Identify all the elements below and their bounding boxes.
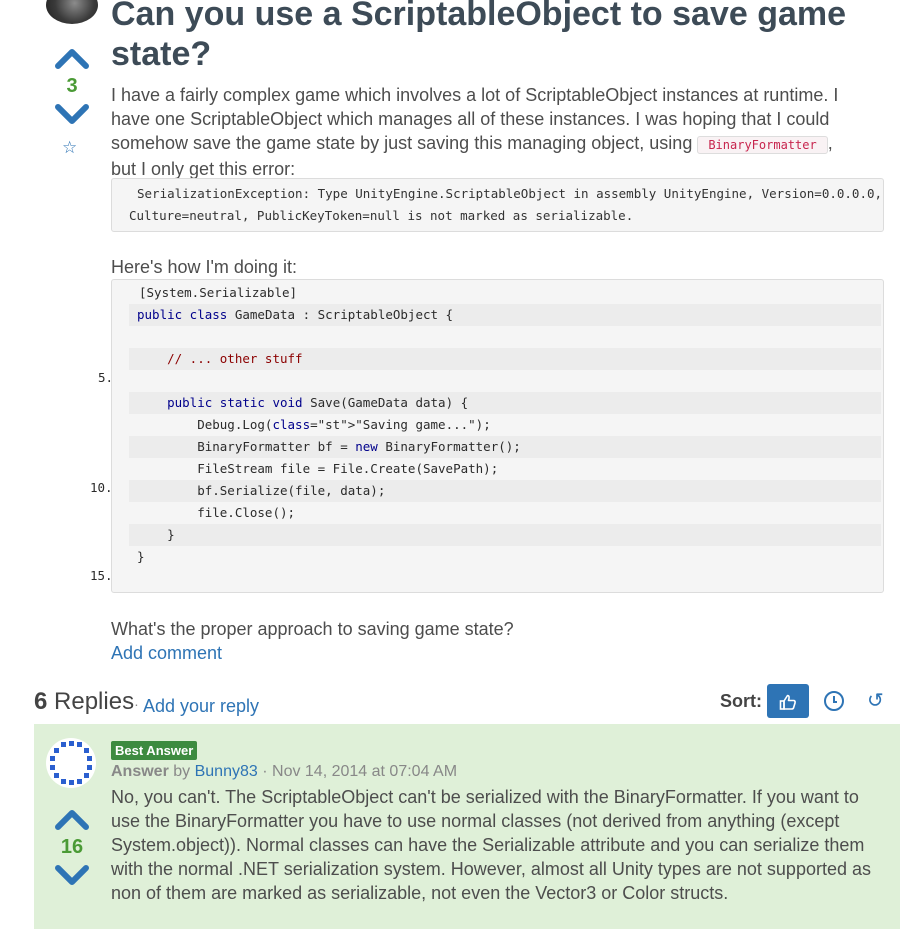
add-reply-link[interactable]: Add your reply [143,696,259,717]
chevron-up-icon[interactable] [55,808,89,830]
add-comment-link[interactable]: Add comment [111,643,222,663]
how-text: Here's how I'm doing it: [111,257,297,277]
code-line: } [129,524,881,546]
code-line: public class GameData : ScriptableObject… [129,304,881,326]
replies-number: 6 [34,688,48,715]
replies-header: 6 Replies· Add your reply Sort: ↺ [34,684,900,722]
question-title: Can you use a ScriptableObject to save g… [111,0,847,73]
code-comment: // ... other stuff [137,351,303,366]
code-line: FileStream file = File.Create(SavePath); [129,458,881,480]
chevron-up-icon[interactable] [55,47,89,69]
history-icon[interactable]: ↺ [867,688,884,713]
answer-label: Answer [111,763,169,780]
code-text: } [137,549,145,564]
code-text: BinaryFormatter bf = new BinaryFormatter… [137,439,521,454]
code-line: Debug.Log(class="st">"Saving game..."); [129,414,881,436]
sort-votes-button[interactable] [767,684,809,718]
code-text: FileStream file = File.Create(SavePath); [137,461,499,476]
line-number: 10. [90,480,113,495]
code-text: bf.Serialize(file, data); [137,483,386,498]
star-icon[interactable]: ☆ [62,138,77,158]
best-answer-panel: Best Answer Answer by Bunny83 · Nov 14, … [34,724,900,929]
code-text: GameData : ScriptableObject { [234,307,454,322]
best-answer-badge: Best Answer [111,741,198,760]
line-number: 5. [98,370,114,385]
code-line: BinaryFormatter bf = new BinaryFormatter… [129,436,881,458]
code-line: // ... other stuff [129,348,881,370]
clock-icon[interactable] [824,691,844,711]
chevron-down-icon[interactable] [55,104,89,126]
line-number: 15. [90,568,113,583]
answer-author-avatar[interactable] [46,738,96,788]
error-intro-text: but I only get this error: [111,159,296,179]
error-line: Culture=neutral, PublicKeyToken=null is … [129,208,634,223]
code-line: file.Close(); [129,502,881,524]
chevron-down-icon[interactable] [55,865,89,887]
code-line: bf.Serialize(file, data); [129,480,881,502]
answer-by: by [173,763,191,780]
code-line: } [129,546,881,568]
thumbs-up-icon [779,694,796,711]
question-author-avatar[interactable] [46,0,98,24]
question-body: I have a fairly complex game which invol… [111,83,881,181]
sort-label: Sort: [720,691,762,711]
answer-author-link[interactable]: Bunny83 [195,763,258,780]
error-code-block: SerializationException: Type UnityEngine… [111,178,884,232]
closing-question-text: What's the proper approach to saving gam… [111,619,514,639]
answer-body: No, you can't. The ScriptableObject can'… [111,787,871,903]
answer-vote-panel: 16 [52,808,92,887]
code-line: public static void Save(GameData data) { [129,392,881,414]
answer-date: · Nov 14, 2014 at 07:04 AM [262,763,458,780]
inline-code-binaryformatter: BinaryFormatter [697,136,828,154]
code-text: public static void Save(GameData data) { [167,395,469,410]
code-text: Debug.Log(class="st">"Saving game..."); [137,417,491,432]
code-block: [System.Serializable] public class GameD… [90,279,884,593]
code-text: file.Close(); [137,505,296,520]
replies-count: 6 Replies· [34,688,139,716]
error-line: SerializationException: Type UnityEngine… [137,186,883,201]
code-line: [System.Serializable] [139,285,298,300]
separator: · [134,696,139,712]
question-vote-panel: 3 [52,47,92,126]
code-text: } [137,527,175,542]
answer-meta: Answer by Bunny83 · Nov 14, 2014 at 07:0… [111,763,457,781]
question-body-comma: , [827,133,833,153]
question-vote-count: 3 [66,75,78,97]
answer-vote-count: 16 [60,836,84,858]
replies-label: Replies [54,688,135,715]
